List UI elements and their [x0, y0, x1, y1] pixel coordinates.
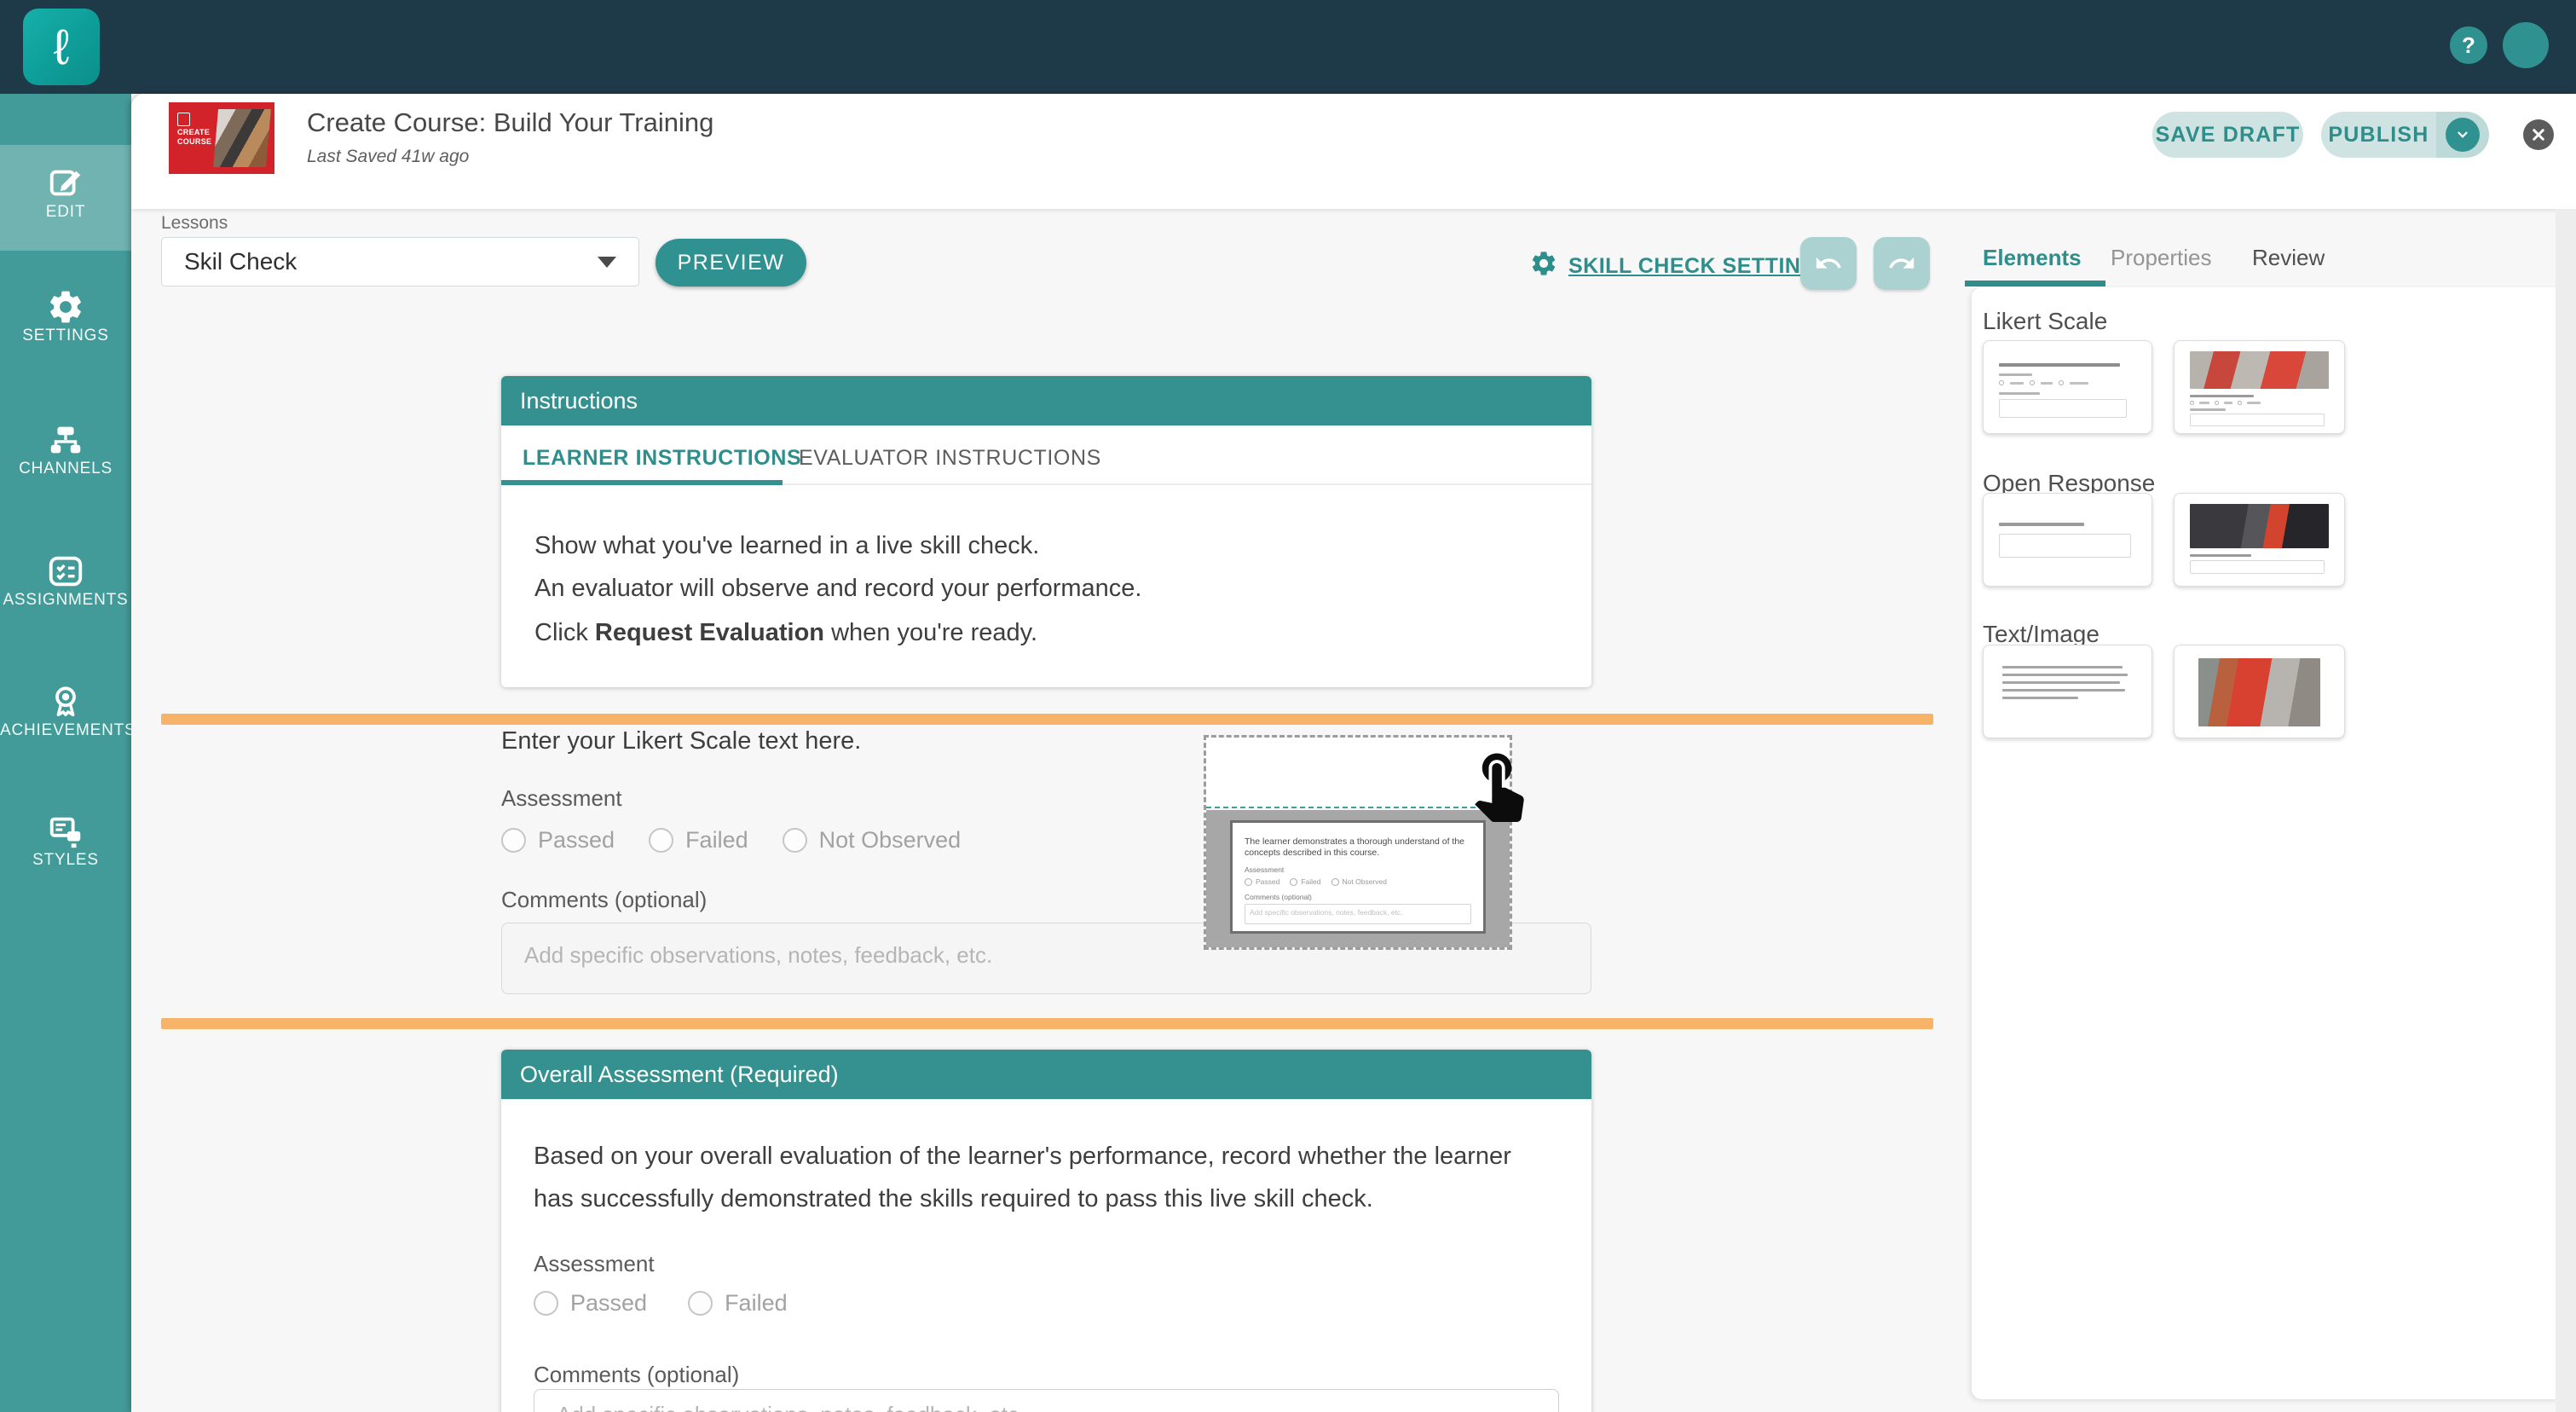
tab-evaluator-instructions[interactable]: EVALUATOR INSTRUCTIONS [799, 446, 1101, 471]
sidebar-item-settings[interactable]: SETTINGS [0, 287, 131, 345]
sidebar-item-channels[interactable]: CHANNELS [0, 420, 131, 478]
undo-button[interactable] [1800, 237, 1857, 290]
undo-icon [1814, 249, 1843, 278]
course-thumbnail: CREATE COURSE [169, 102, 274, 174]
instructions-line-3: Click Request Evaluation when you're rea… [534, 619, 1037, 647]
radio-failed[interactable]: Failed [688, 1290, 788, 1317]
overall-card-header: Overall Assessment (Required) [501, 1050, 1591, 1099]
sidebar-item-edit[interactable]: EDIT [0, 164, 131, 222]
radio-circle-icon [501, 828, 526, 853]
skill-check-settings-link[interactable]: SKILL CHECK SETTINGS [1568, 254, 1833, 279]
touch-cursor-icon [1459, 744, 1538, 822]
redo-icon [1887, 249, 1916, 278]
save-draft-button[interactable]: SAVE DRAFT [2152, 112, 2303, 158]
element-likert-text[interactable] [1983, 340, 2152, 434]
gear-icon [1529, 249, 1558, 278]
sidebar-item-assignments[interactable]: ASSIGNMENTS [0, 552, 131, 610]
ghost-preview-area: The learner demonstrates a thorough unde… [1206, 810, 1510, 947]
radio-not-observed[interactable]: Not Observed [783, 827, 962, 854]
close-button[interactable] [2523, 119, 2554, 150]
tab-review[interactable]: Review [2252, 245, 2325, 271]
likert-prompt-text[interactable]: Enter your Likert Scale text here. [501, 727, 861, 755]
publish-split-button: PUBLISH [2321, 112, 2489, 158]
sitemap-icon [46, 420, 85, 460]
radio-passed[interactable]: Passed [534, 1290, 647, 1317]
modal-header: CREATE COURSE Create Course: Build Your … [131, 94, 2576, 209]
radio-circle-icon [783, 828, 807, 853]
instructions-line-1: Show what you've learned in a live skill… [534, 532, 1039, 560]
top-bar: ℓ ? [0, 0, 2576, 94]
drop-indicator-top [161, 714, 1933, 725]
radio-circle-icon [688, 1291, 713, 1316]
radio-circle-icon [649, 828, 673, 853]
lessons-label: Lessons [161, 213, 228, 234]
preview-button[interactable]: PREVIEW [656, 239, 806, 286]
tab-elements[interactable]: Elements [1983, 245, 2082, 271]
overall-comments-input[interactable] [534, 1389, 1559, 1412]
panel-scrollbar[interactable] [2556, 209, 2576, 1412]
course-thumbnail-photo [211, 107, 274, 170]
active-tab-underline [501, 480, 783, 485]
drop-indicator-bottom [161, 1018, 1933, 1029]
award-icon [46, 682, 85, 721]
open-response-thumb-photo [2190, 504, 2329, 548]
overall-assessment-card: Overall Assessment (Required) Based on y… [501, 1050, 1591, 1412]
section-label-likert: Likert Scale [1983, 308, 2107, 335]
overall-radio-row: Passed Failed [534, 1290, 788, 1317]
dropdown-caret-icon [598, 257, 616, 268]
instructions-card-header: Instructions [501, 376, 1591, 425]
gear-icon [46, 287, 85, 327]
likert-thumb-photo [2190, 351, 2329, 389]
text-image-thumb-photo [2198, 658, 2320, 726]
instructions-line-2: An evaluator will observe and record you… [534, 575, 1141, 603]
styles-icon [46, 812, 85, 851]
radio-passed[interactable]: Passed [501, 827, 615, 854]
likert-comments-label: Comments (optional) [501, 887, 707, 913]
elements-panel: Likert Scale Open Response [1972, 287, 2576, 1399]
pencil-square-icon [46, 164, 85, 203]
course-add-icon [177, 113, 190, 126]
radio-circle-icon [534, 1291, 558, 1316]
overall-body-text: Based on your overall evaluation of the … [534, 1135, 1548, 1220]
course-editor-modal: CREATE COURSE Create Course: Build Your … [131, 94, 2576, 1412]
likert-assessment-label: Assessment [501, 785, 622, 812]
panel-active-tab-underline [1965, 281, 2105, 286]
ghost-likert-card: The learner demonstrates a thorough unde… [1230, 820, 1486, 934]
instructions-card: Instructions LEARNER INSTRUCTIONS EVALUA… [501, 376, 1591, 687]
page-title: Create Course: Build Your Training [307, 107, 713, 138]
element-likert-image[interactable] [2174, 340, 2345, 434]
sidebar-item-styles[interactable]: STYLES [0, 812, 131, 870]
sidebar-item-achievements[interactable]: ACHIEVEMENTS [0, 682, 131, 740]
app-logo[interactable]: ℓ [23, 9, 100, 85]
element-paragraph[interactable] [1983, 645, 2152, 738]
element-open-response-text[interactable] [1983, 493, 2152, 587]
element-open-response-image[interactable] [2174, 493, 2345, 587]
radio-failed[interactable]: Failed [649, 827, 748, 854]
lesson-dropdown-value: Skil Check [184, 248, 297, 275]
help-button[interactable]: ? [2450, 26, 2487, 64]
sidebar: EDIT SETTINGS CHANNELS ASSIGNMENTS [0, 94, 131, 1412]
publish-menu-button[interactable] [2436, 112, 2489, 158]
element-image[interactable] [2174, 645, 2345, 738]
checklist-icon [46, 552, 85, 591]
tab-properties[interactable]: Properties [2111, 245, 2212, 271]
redo-button[interactable] [1874, 237, 1930, 290]
last-saved-text: Last Saved 41w ago [307, 147, 469, 167]
overall-assessment-label: Assessment [534, 1251, 655, 1277]
publish-button[interactable]: PUBLISH [2321, 112, 2436, 158]
tab-learner-instructions[interactable]: LEARNER INSTRUCTIONS [523, 446, 801, 471]
likert-radio-row: Passed Failed Not Observed [501, 827, 961, 854]
chevron-down-icon [2446, 118, 2480, 152]
lesson-dropdown[interactable]: Skil Check [161, 237, 639, 286]
avatar[interactable] [2503, 22, 2549, 68]
close-icon [2531, 127, 2546, 142]
overall-comments-label: Comments (optional) [534, 1362, 739, 1388]
